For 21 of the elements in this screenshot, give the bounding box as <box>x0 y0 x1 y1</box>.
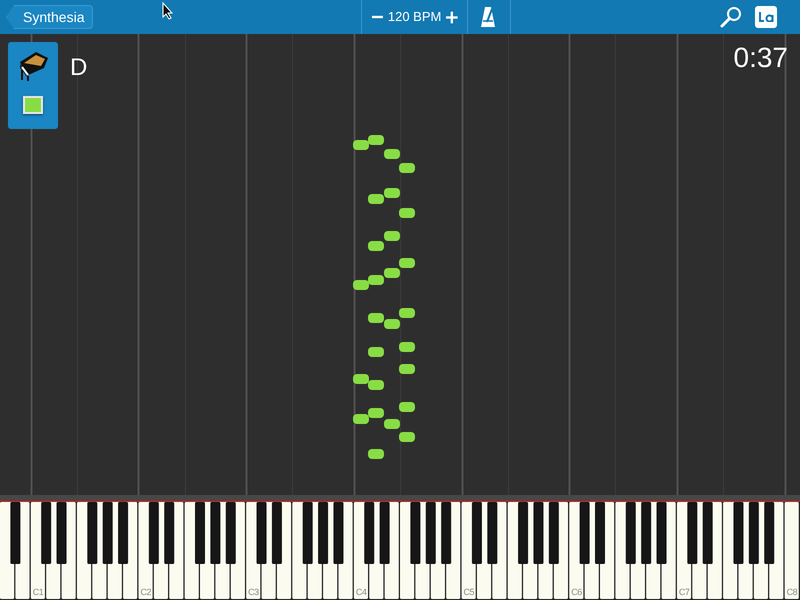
key-label: C3 <box>248 588 259 597</box>
key-label: C2 <box>140 588 151 597</box>
cursor-icon <box>162 2 173 20</box>
track-panel[interactable] <box>8 42 58 129</box>
key-label: C6 <box>571 588 582 597</box>
piano-keyboard-drawing[interactable] <box>0 502 800 600</box>
letters-icon <box>758 12 774 22</box>
back-button[interactable]: Synthesia <box>6 5 94 29</box>
time-label: 0:37 <box>734 44 788 72</box>
key-label: C1 <box>32 588 44 597</box>
tempo-label: 120 BPM <box>388 8 442 26</box>
language-button[interactable] <box>755 6 777 28</box>
key-label: C8 <box>786 588 798 597</box>
plus-icon[interactable] <box>446 10 458 24</box>
key-label: C7 <box>678 588 690 597</box>
key-label: C5 <box>464 588 474 597</box>
key-label: C4 <box>356 588 366 597</box>
metronome-icon[interactable] <box>480 6 496 28</box>
track-color-swatch[interactable] <box>23 96 43 114</box>
key-label: D <box>70 56 88 80</box>
search-icon[interactable] <box>720 6 742 28</box>
